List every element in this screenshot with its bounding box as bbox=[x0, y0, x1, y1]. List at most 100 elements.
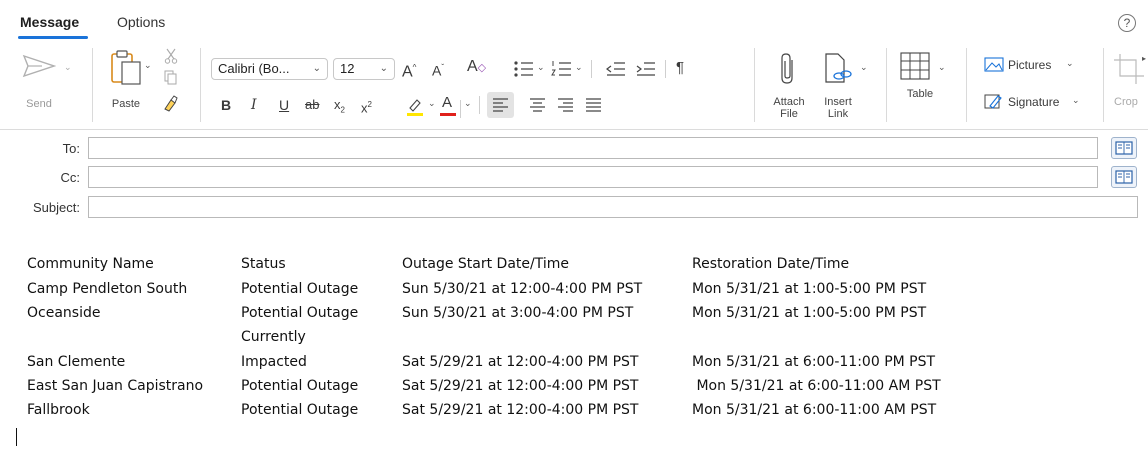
to-label: To: bbox=[62, 141, 80, 156]
ribbon-separator bbox=[200, 48, 201, 122]
community-name-cell: Fallbrook bbox=[27, 402, 90, 418]
align-left-button[interactable] bbox=[487, 92, 514, 118]
to-row: To: bbox=[0, 137, 1148, 161]
font-name-dropdown[interactable]: Calibri (Bo... ⌄ bbox=[211, 58, 328, 80]
chevron-down-icon: ⌄ bbox=[379, 63, 388, 74]
address-book-icon bbox=[1115, 170, 1133, 184]
table-row: San Clemente Impacted Sat 5/29/21 at 12:… bbox=[0, 354, 1148, 376]
help-icon[interactable]: ? bbox=[1118, 14, 1136, 32]
subscript-mark: 2 bbox=[340, 105, 345, 115]
paste-group: ⌄ Paste bbox=[104, 46, 194, 122]
font-size-dropdown[interactable]: 12 ⌄ bbox=[333, 58, 395, 80]
format-painter-icon[interactable] bbox=[162, 94, 178, 112]
header-outage-start: Outage Start Date/Time bbox=[402, 256, 570, 272]
highlight-chevron-down-icon[interactable]: ⌄ bbox=[428, 98, 436, 109]
restoration-cell: Mon 5/31/21 at 6:00-11:00 PM PST bbox=[692, 354, 936, 370]
ribbon-separator bbox=[754, 48, 755, 122]
cut-icon[interactable] bbox=[164, 48, 178, 64]
status-cell: Potential Outage bbox=[241, 402, 359, 418]
bold-button[interactable]: B bbox=[221, 96, 231, 114]
text-cursor bbox=[16, 428, 17, 446]
restoration-cell: Mon 5/31/21 at 1:00-5:00 PM PST bbox=[692, 281, 927, 297]
highlight-icon[interactable] bbox=[405, 96, 425, 116]
insert-link-button[interactable]: ⌄ Insert Link bbox=[818, 48, 870, 124]
copy-icon[interactable] bbox=[164, 70, 178, 86]
bullet-list-icon[interactable] bbox=[513, 60, 535, 78]
clipboard-icon bbox=[111, 50, 141, 85]
chevron-down-icon: ⌄ bbox=[312, 63, 321, 74]
ribbon-separator bbox=[460, 100, 461, 118]
numbered-list-chevron-down-icon[interactable]: ⌄ bbox=[575, 62, 583, 73]
to-address-book-button[interactable] bbox=[1111, 137, 1137, 159]
font-color-icon[interactable]: A bbox=[442, 94, 452, 112]
header-community-name: Community Name bbox=[27, 256, 154, 272]
status-cell: Currently bbox=[241, 329, 306, 345]
table-row: Oceanside Potential Outage Sun 5/30/21 a… bbox=[0, 305, 1148, 327]
attach-file-button[interactable]: Attach File bbox=[764, 48, 814, 124]
ribbon-separator bbox=[591, 60, 592, 78]
clear-formatting-icon[interactable]: A◇ bbox=[467, 58, 486, 77]
send-button[interactable]: ⌄ Send bbox=[20, 50, 80, 120]
bullet-list-chevron-down-icon[interactable]: ⌄ bbox=[537, 62, 545, 73]
signature-button[interactable]: Signature ⌄ bbox=[980, 92, 1100, 112]
message-body[interactable]: Community Name Status Outage Start Date/… bbox=[0, 238, 1148, 450]
community-name-cell: Oceanside bbox=[27, 305, 101, 321]
ribbon-overflow-icon[interactable]: ▸ bbox=[1142, 54, 1146, 63]
decrease-indent-icon[interactable] bbox=[606, 61, 626, 77]
insert-link-label-1: Insert bbox=[824, 96, 852, 108]
align-right-icon[interactable] bbox=[557, 98, 574, 112]
paperclip-icon bbox=[781, 53, 793, 84]
tab-message[interactable]: Message bbox=[20, 14, 79, 30]
table-row: Currently bbox=[0, 329, 1148, 351]
insert-link-label-2: Link bbox=[827, 108, 849, 120]
outage-start-cell: Sun 5/30/21 at 12:00-4:00 PM PST bbox=[402, 281, 643, 297]
outage-start-cell: Sun 5/30/21 at 3:00-4:00 PM PST bbox=[402, 305, 634, 321]
ribbon-separator bbox=[479, 96, 480, 114]
subject-row: Subject: bbox=[0, 196, 1148, 220]
grow-font-icon[interactable]: A^ bbox=[402, 59, 416, 81]
numbered-list-icon[interactable] bbox=[551, 60, 573, 78]
ribbon-separator bbox=[886, 48, 887, 122]
font-size-value: 12 bbox=[340, 61, 355, 76]
cc-address-book-button[interactable] bbox=[1111, 166, 1137, 188]
header-status: Status bbox=[241, 256, 286, 272]
to-input[interactable] bbox=[88, 137, 1098, 159]
paste-label: Paste bbox=[111, 98, 141, 110]
shrink-font-icon[interactable]: Aˇ bbox=[432, 59, 444, 80]
status-cell: Potential Outage bbox=[241, 305, 359, 321]
table-header-row: Community Name Status Outage Start Date/… bbox=[0, 256, 1148, 278]
pictures-chevron-down-icon: ⌄ bbox=[1066, 58, 1074, 68]
align-center-icon[interactable] bbox=[529, 98, 546, 112]
restoration-cell: Mon 5/31/21 at 1:00-5:00 PM PST bbox=[692, 305, 927, 321]
subject-input[interactable] bbox=[88, 196, 1138, 218]
send-label: Send bbox=[26, 98, 52, 110]
table-row: Camp Pendleton South Potential Outage Su… bbox=[0, 281, 1148, 303]
header-restoration: Restoration Date/Time bbox=[692, 256, 850, 272]
cc-label: Cc: bbox=[60, 170, 81, 185]
pilcrow-icon[interactable]: ¶ bbox=[676, 59, 684, 77]
italic-button[interactable]: I bbox=[251, 96, 257, 114]
insert-link-chevron-down-icon: ⌄ bbox=[860, 62, 868, 72]
font-color-chevron-down-icon[interactable]: ⌄ bbox=[464, 98, 472, 109]
font-name-value: Calibri (Bo... bbox=[218, 61, 290, 76]
underline-button[interactable]: U bbox=[279, 96, 289, 114]
justify-icon[interactable] bbox=[585, 98, 602, 112]
increase-indent-icon[interactable] bbox=[636, 61, 656, 77]
crop-icon bbox=[1114, 54, 1144, 84]
strikethrough-button[interactable]: ab bbox=[305, 96, 319, 114]
table-label: Table bbox=[906, 88, 934, 100]
send-icon bbox=[22, 54, 56, 78]
superscript-button[interactable]: x2 bbox=[361, 96, 372, 117]
pictures-button[interactable]: Pictures ⌄ bbox=[980, 56, 1090, 76]
send-chevron-down-icon: ⌄ bbox=[64, 62, 72, 72]
table-button[interactable]: ⌄ Table bbox=[896, 48, 954, 124]
ribbon-toolbar: ⌄ Send ⌄ Paste Calibri (Bo... ⌄ 12 ⌄ A^ … bbox=[0, 40, 1148, 130]
cc-input[interactable] bbox=[88, 166, 1098, 188]
subscript-button[interactable]: x2 bbox=[334, 96, 345, 120]
font-color-swatch bbox=[440, 113, 456, 116]
paste-button[interactable]: ⌄ Paste bbox=[104, 46, 154, 122]
tab-options[interactable]: Options bbox=[117, 14, 165, 30]
paste-chevron-down-icon: ⌄ bbox=[144, 60, 152, 70]
cc-row: Cc: bbox=[0, 166, 1148, 190]
status-cell: Potential Outage bbox=[241, 281, 359, 297]
